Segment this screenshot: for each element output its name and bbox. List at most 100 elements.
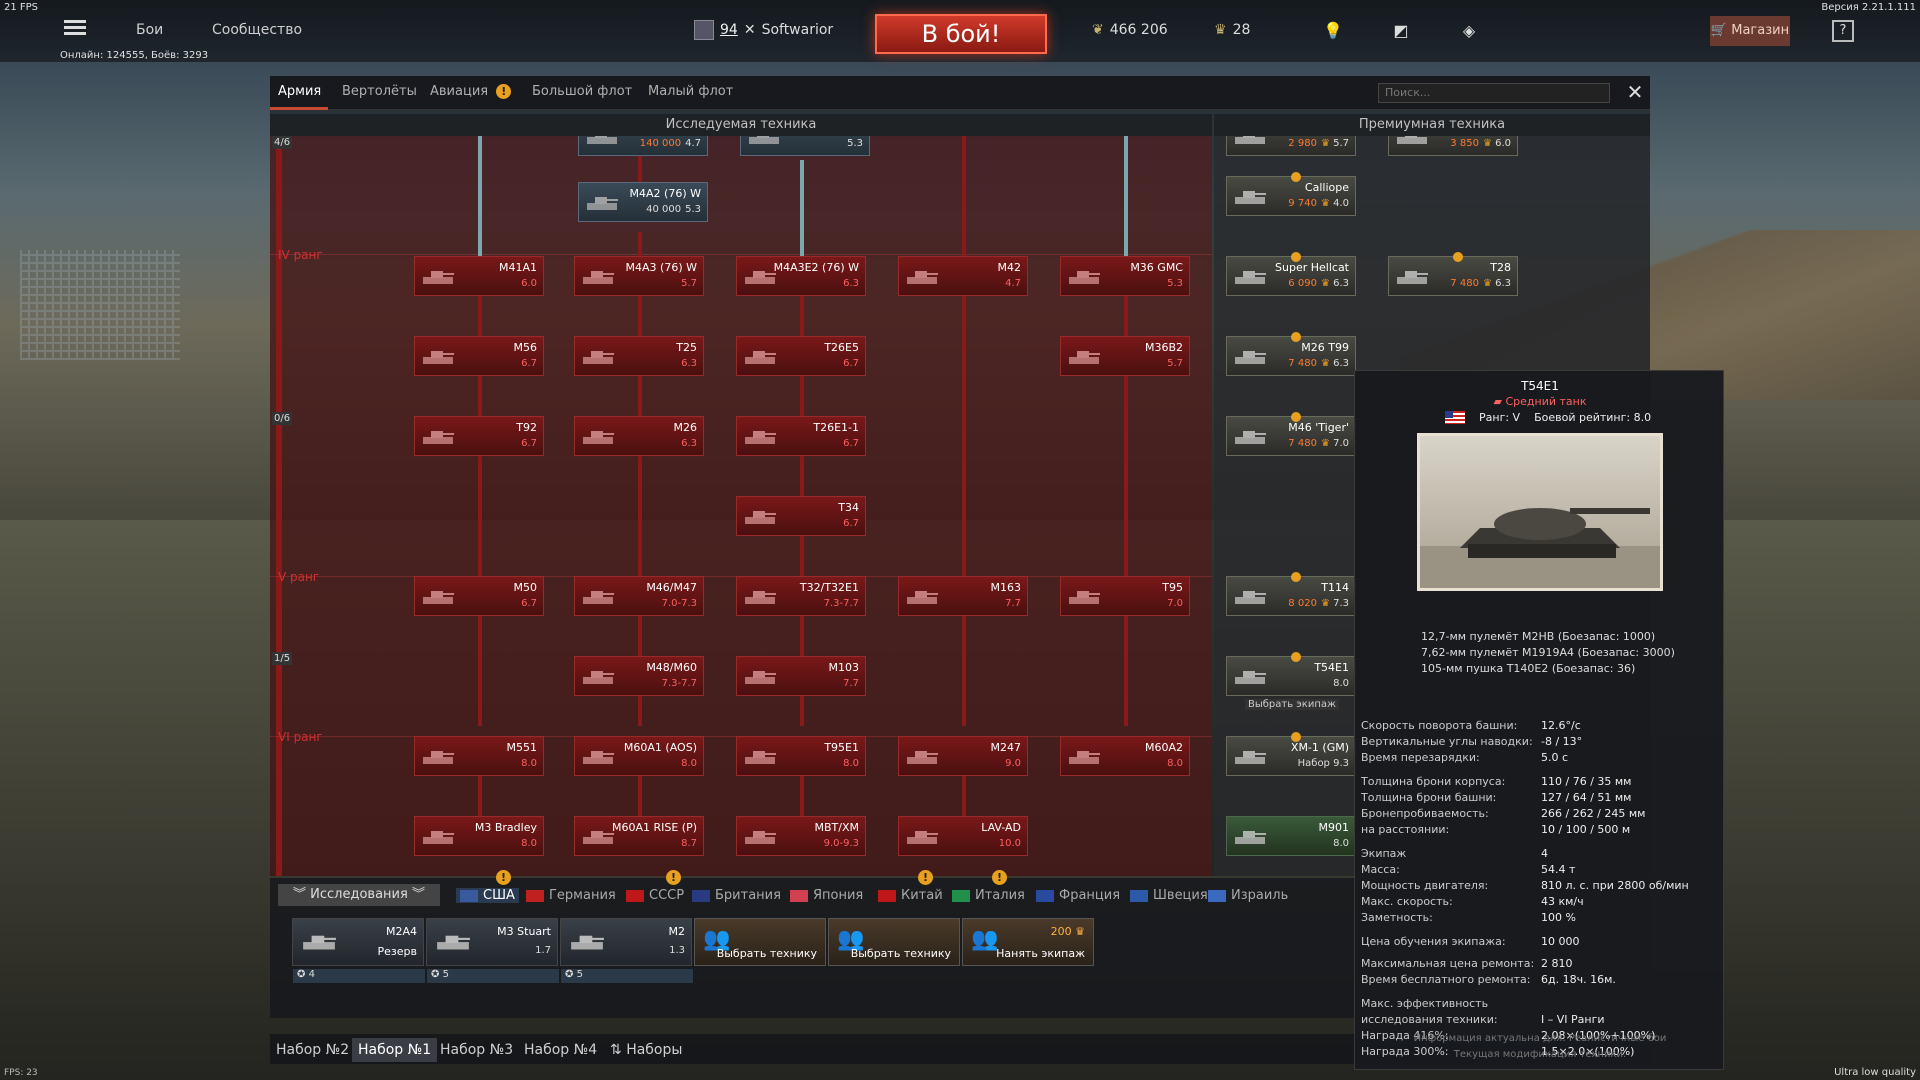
to-battle-button[interactable]: В бой! bbox=[875, 14, 1047, 54]
nation-tab[interactable]: Германия bbox=[526, 888, 616, 903]
tab-coastal-fleet[interactable]: Малый флот bbox=[648, 84, 733, 99]
cart-icon: 🛒 bbox=[1710, 23, 1728, 38]
vehicle-card[interactable]: M36B2 5.7 bbox=[1060, 336, 1190, 376]
shop-button[interactable]: 🛒 Магазин bbox=[1710, 16, 1790, 46]
player-level: 94 bbox=[720, 22, 738, 38]
vehicle-card[interactable]: M26 6.3 bbox=[574, 416, 704, 456]
research-toggle[interactable]: ︾ Исследования ︾ bbox=[278, 884, 440, 906]
vehicle-card[interactable]: M163 7.7 bbox=[898, 576, 1028, 616]
slot-br: 1.3 bbox=[669, 945, 685, 956]
vehicle-card[interactable]: M41A1 6.0 bbox=[414, 256, 544, 296]
vehicle-card[interactable]: M46/M47 7.0-7.3 bbox=[574, 576, 704, 616]
lightbulb-icon[interactable]: 💡 bbox=[1322, 20, 1344, 42]
crew-slot[interactable]: M2A4 Резерв ✪ 4 bbox=[292, 918, 425, 983]
vehicle-card[interactable]: M4A3 (76) W 5.7 bbox=[574, 256, 704, 296]
nav-community[interactable]: Сообщество bbox=[212, 22, 302, 38]
vehicle-name: M60A1 (AOS) bbox=[623, 741, 697, 754]
vehicle-card[interactable]: T95 7.0 bbox=[1060, 576, 1190, 616]
premium-vehicle-card[interactable]: Super Hellcat 6 090 ♛ 6.3 bbox=[1226, 252, 1356, 296]
nav-battles[interactable]: Бои bbox=[136, 22, 163, 38]
vehicle-card[interactable]: T95E1 8.0 bbox=[736, 736, 866, 776]
vehicle-name: MBT/XM bbox=[814, 821, 860, 834]
premium-vehicle-card[interactable]: XM-1 (GM) Набор 9.3 bbox=[1226, 732, 1356, 776]
preset-tab[interactable]: Набор №3 bbox=[434, 1038, 519, 1062]
premium-vehicle-card[interactable]: 3 850 ♛ 6.0 bbox=[1388, 136, 1518, 156]
vehicle-name: M551 bbox=[506, 741, 538, 754]
nation-tab[interactable]: США! bbox=[456, 870, 519, 903]
vehicle-card[interactable]: M36 GMC 5.3 bbox=[1060, 256, 1190, 296]
crew-slot[interactable]: M3 Stuart 1.7 ✪ 5 bbox=[426, 918, 559, 983]
vehicle-card[interactable]: M60A1 RISE (P) 8.7 bbox=[574, 816, 704, 856]
premium-vehicle-card[interactable]: T28 7 480 ♛ 6.3 bbox=[1388, 252, 1518, 296]
vehicle-card[interactable]: M4A3E2 (76) W 6.3 bbox=[736, 256, 866, 296]
vehicle-card[interactable]: M60A2 8.0 bbox=[1060, 736, 1190, 776]
vehicle-card[interactable]: T26E1-1 6.7 bbox=[736, 416, 866, 456]
vehicle-card[interactable]: M48/M60 7.3-7.7 bbox=[574, 656, 704, 696]
vehicle-card[interactable]: T34 6.7 bbox=[736, 496, 866, 536]
vehicle-card[interactable]: T26E5 6.7 bbox=[736, 336, 866, 376]
menu-icon[interactable] bbox=[64, 20, 86, 36]
premium-vehicle-card[interactable]: T114 8 020 ♛ 7.3 bbox=[1226, 572, 1356, 616]
crew-slot[interactable]: M2 1.3 ✪ 5 bbox=[560, 918, 693, 983]
nation-tab[interactable]: Франция bbox=[1036, 888, 1120, 903]
premium-vehicle-card[interactable]: M46 'Tiger' 7 480 ♛ 7.0 bbox=[1226, 412, 1356, 456]
coupon-icon[interactable]: ◈ bbox=[1458, 20, 1480, 42]
premium-vehicle-card[interactable]: T54E1 8.0 Выбрать экипаж bbox=[1226, 652, 1356, 710]
help-button[interactable]: ? bbox=[1832, 20, 1854, 42]
tab-bluewater-fleet[interactable]: Большой флот bbox=[532, 84, 632, 99]
tab-helicopters[interactable]: Вертолёты bbox=[342, 84, 417, 99]
premium-vehicle-card[interactable]: Calliope 9 740 ♛ 4.0 bbox=[1226, 172, 1356, 216]
decals-icon[interactable]: ◩ bbox=[1390, 20, 1412, 42]
nation-tab[interactable]: СССР! bbox=[626, 870, 684, 903]
silver-lions[interactable]: ❦ 466 206 bbox=[1092, 22, 1168, 38]
vehicle-br: 5.7 bbox=[1167, 358, 1183, 369]
vehicle-card[interactable]: M247 9.0 bbox=[898, 736, 1028, 776]
nation-tab[interactable]: Британия bbox=[692, 888, 781, 903]
action-slot[interactable]: 👥 200 ♛ Нанять экипаж bbox=[962, 918, 1094, 966]
stat-row: Толщина брони башни: 127 / 64 / 51 мм bbox=[1361, 791, 1721, 804]
vehicle-card[interactable]: T32/T32E1 7.3-7.7 bbox=[736, 576, 866, 616]
tab-army[interactable]: Армия bbox=[278, 84, 321, 99]
slot-crew-level: ✪ 5 bbox=[427, 969, 559, 983]
golden-eagles[interactable]: ♛ 28 bbox=[1214, 22, 1250, 38]
vehicle-card[interactable]: M56 6.7 bbox=[414, 336, 544, 376]
premium-vehicle-card[interactable]: M901 8.0 bbox=[1226, 816, 1356, 856]
stat-label: Время перезарядки: bbox=[1361, 751, 1480, 764]
action-slot[interactable]: 👥 Выбрать технику bbox=[828, 918, 960, 966]
vehicle-card[interactable]: M50 6.7 bbox=[414, 576, 544, 616]
vehicle-card[interactable]: M3 Bradley 8.0 bbox=[414, 816, 544, 856]
vehicle-card[interactable]: LAV-AD 10.0 bbox=[898, 816, 1028, 856]
presets-menu[interactable]: ⇅ Наборы bbox=[604, 1038, 688, 1062]
preset-tab[interactable]: Набор №4 bbox=[518, 1038, 603, 1062]
search-input[interactable]: Поиск... bbox=[1378, 83, 1610, 103]
nation-tab[interactable]: Китай! bbox=[878, 870, 943, 903]
vehicle-card[interactable]: M60A1 (AOS) 8.0 bbox=[574, 736, 704, 776]
vehicle-card[interactable]: T92 6.7 bbox=[414, 416, 544, 456]
premium-vehicle-card[interactable]: 2 980 ♛ 5.7 bbox=[1226, 136, 1356, 156]
slot-vehicle-name: M2 bbox=[668, 925, 686, 938]
tab-aviation[interactable]: Авиация ! bbox=[430, 84, 512, 99]
vehicle-card[interactable]: M42 4.7 bbox=[898, 256, 1028, 296]
close-icon[interactable]: ✕ bbox=[1624, 82, 1646, 104]
nation-tab[interactable]: Швеция bbox=[1130, 888, 1208, 903]
preset-tab[interactable]: Набор №2 bbox=[270, 1038, 355, 1062]
action-slot[interactable]: 👥 Выбрать технику bbox=[694, 918, 826, 966]
vehicle-card[interactable]: 140 000 4.7 bbox=[578, 136, 708, 156]
nation-tab[interactable]: Италия! bbox=[952, 870, 1025, 903]
tank-icon bbox=[907, 751, 938, 764]
vehicle-br: 6.3 bbox=[843, 278, 859, 289]
premium-vehicle-card[interactable]: M26 T99 7 480 ♛ 6.3 bbox=[1226, 332, 1356, 376]
stat-label: Масса: bbox=[1361, 863, 1400, 876]
vehicle-card[interactable]: T25 6.3 bbox=[574, 336, 704, 376]
preset-tab-active[interactable]: Набор №1 bbox=[352, 1038, 438, 1062]
vehicle-card[interactable]: M4A2 (76) W 40 000 5.3 bbox=[578, 182, 708, 222]
vehicle-card[interactable]: 5.3 bbox=[740, 136, 870, 156]
nation-tab[interactable]: Япония bbox=[790, 888, 863, 903]
player-info[interactable]: 94 ✕ Softwarior bbox=[694, 20, 833, 40]
vehicle-card[interactable]: M551 8.0 bbox=[414, 736, 544, 776]
vehicle-card[interactable]: MBT/XM 9.0-9.3 bbox=[736, 816, 866, 856]
slot-vehicle-name: M2A4 bbox=[385, 925, 417, 938]
select-crew-hint[interactable]: Выбрать экипаж bbox=[1245, 699, 1339, 710]
vehicle-card[interactable]: M103 7.7 bbox=[736, 656, 866, 696]
nation-tab[interactable]: Израиль bbox=[1208, 888, 1288, 903]
